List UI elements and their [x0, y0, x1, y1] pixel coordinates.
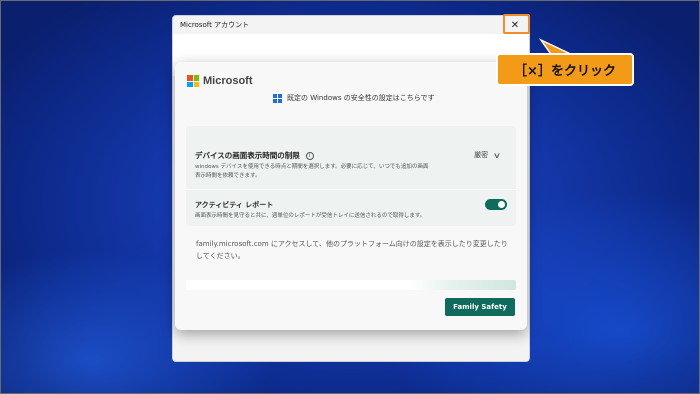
instruction-callout: ［×］をクリック — [496, 53, 634, 86]
windows-icon — [273, 93, 282, 103]
activity-report-toggle[interactable] — [485, 199, 507, 210]
activity-report-title: アクティビティ レポート — [195, 201, 274, 209]
default-settings-text: 既定の Windows の安全性の設定はこちらです — [287, 94, 435, 102]
divider — [186, 189, 516, 190]
safety-settings-dialog: Microsoft 既定の Windows の安全性の設定はこちらです デバイス… — [175, 62, 527, 330]
toggle-knob — [498, 201, 505, 208]
desktop-background: Microsoft アカウント ✕ Microsoft 既定の Windows … — [0, 0, 700, 394]
screen-time-description: windows デバイスを使用できる時点と期間を選択します。必要に応じて、いつで… — [195, 164, 429, 179]
family-info-text: family.microsoft.com にアクセスして、他のプラットフォーム向… — [196, 240, 508, 260]
activity-report-description: 画面表示時間を見守ると共に、週単位のレポートが受信トレイに送信されるので取得しま… — [195, 213, 426, 219]
titlebar: Microsoft アカウント ✕ — [173, 16, 529, 34]
close-button-highlight — [503, 14, 530, 34]
brand-name: Microsoft — [203, 75, 253, 87]
screen-time-setting: デバイスの画面表示時間の制限 i — [195, 150, 314, 161]
window-title: Microsoft アカウント — [180, 21, 250, 29]
screen-time-value: 厳密 — [474, 151, 489, 159]
microsoft-logo: Microsoft — [187, 75, 253, 87]
family-safety-button[interactable]: Family Safety — [445, 298, 515, 316]
info-icon[interactable]: i — [305, 151, 314, 160]
microsoft-logo-icon — [187, 75, 199, 87]
screen-time-dropdown[interactable]: 厳密 ∨ — [474, 150, 502, 160]
settings-card: デバイスの画面表示時間の制限 i windows デバイスを使用できる時点と期間… — [186, 126, 516, 226]
screen-time-title: デバイスの画面表示時間の制限 — [195, 151, 300, 160]
default-settings-heading: 既定の Windows の安全性の設定はこちらです — [273, 93, 435, 103]
chevron-down-icon: ∨ — [492, 150, 502, 160]
scroll-content-strip — [186, 280, 516, 290]
